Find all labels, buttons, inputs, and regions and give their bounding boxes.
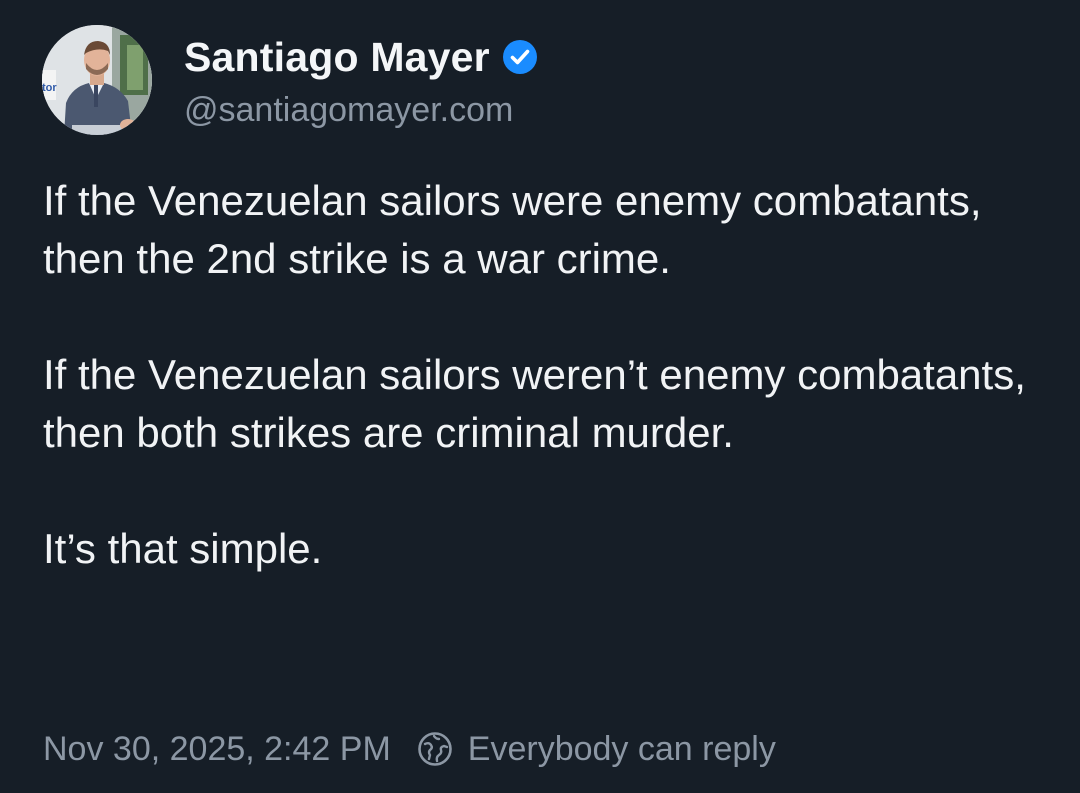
post-footer: Nov 30, 2025, 2:42 PM Everybody can repl…	[43, 727, 776, 771]
author-display-name[interactable]: Santiago Mayer	[184, 34, 490, 81]
post-paragraph-3: It’s that simple.	[43, 525, 323, 572]
author-identity: Santiago Mayer @santiagomayer.com	[184, 25, 538, 130]
avatar[interactable]: tor	[42, 25, 152, 135]
reply-setting-label[interactable]: Everybody can reply	[468, 730, 776, 769]
avatar-text: tor	[42, 82, 57, 94]
post-header: tor Santiago Mayer @santiagomayer.com	[42, 25, 538, 135]
globe-icon	[417, 731, 453, 767]
post-paragraph-1: If the Venezuelan sailors were enemy com…	[43, 177, 982, 282]
author-handle[interactable]: @santiagomayer.com	[184, 91, 538, 130]
verified-badge-icon	[502, 39, 538, 75]
post-body: If the Venezuelan sailors were enemy com…	[43, 172, 1043, 578]
post-timestamp[interactable]: Nov 30, 2025, 2:42 PM	[43, 730, 391, 769]
name-row: Santiago Mayer	[184, 27, 538, 87]
post-paragraph-2: If the Venezuelan sailors weren’t enemy …	[43, 351, 1026, 456]
post-card: tor Santiago Mayer @santiagomayer.com If…	[0, 0, 1080, 793]
